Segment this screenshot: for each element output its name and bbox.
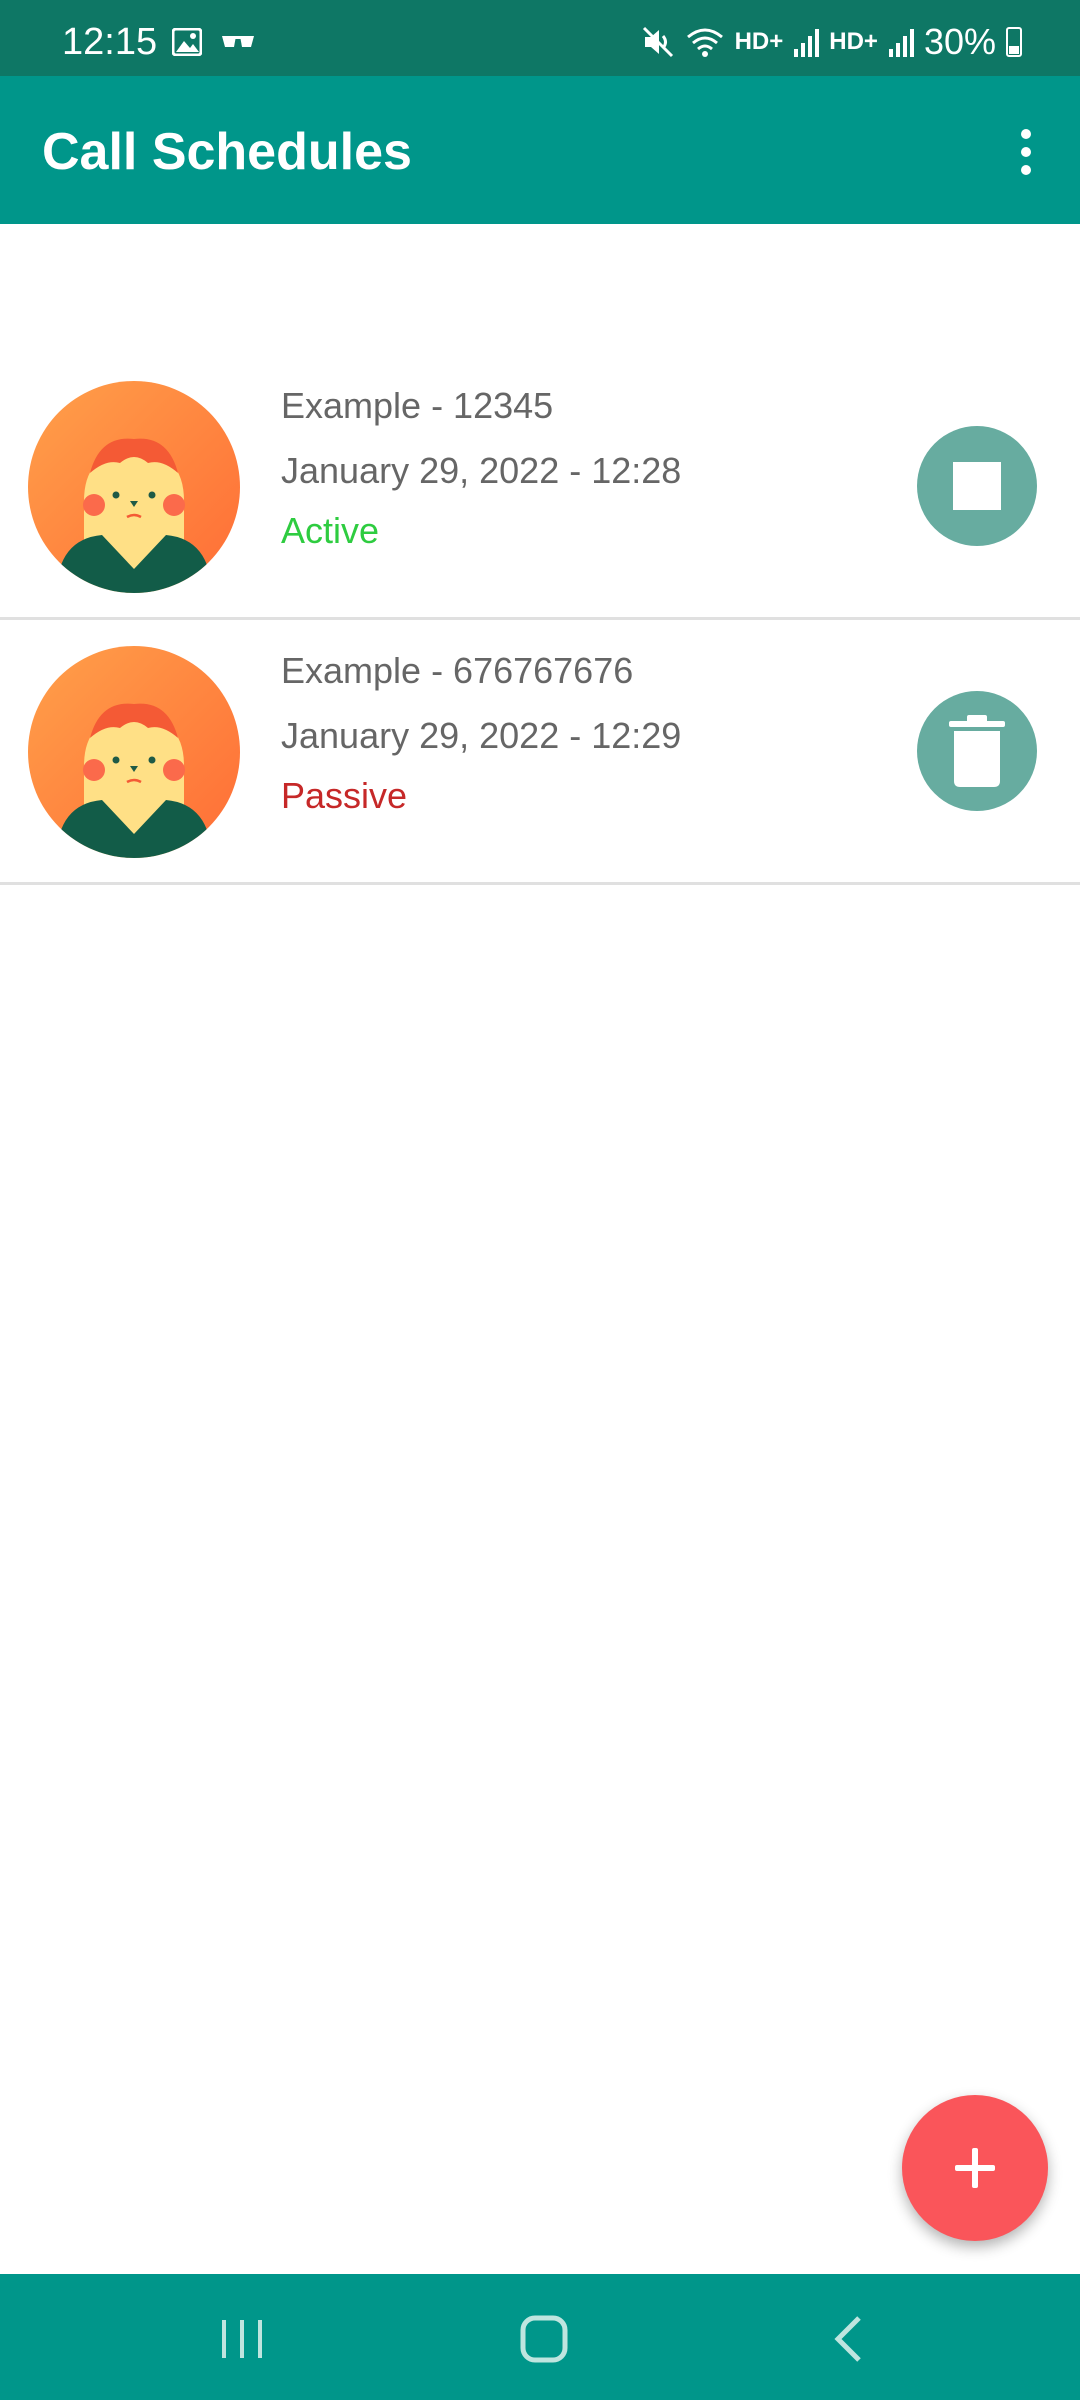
- overflow-menu-button[interactable]: [996, 116, 1056, 188]
- signal-icon-2: [888, 29, 914, 57]
- status-badge: Passive: [281, 775, 408, 816]
- network-type-1: HD+: [734, 28, 784, 55]
- network-type-2: HD+: [829, 28, 878, 55]
- gallery-icon: [172, 28, 202, 56]
- delete-button[interactable]: [917, 691, 1037, 811]
- recent-apps-button[interactable]: [192, 2309, 292, 2369]
- battery-icon: [1006, 27, 1022, 57]
- recents-icon: [222, 2320, 262, 2358]
- more-vert-icon: [1021, 129, 1031, 139]
- home-button[interactable]: [494, 2309, 594, 2369]
- schedule-name: Example - 676767676: [281, 650, 634, 691]
- stop-icon: [953, 462, 1001, 510]
- app-bar: Call Schedules: [0, 76, 1080, 224]
- home-icon: [520, 2315, 568, 2363]
- list-item[interactable]: Example - 12345 January 29, 2022 - 12:28…: [0, 355, 1080, 620]
- trash-icon: [949, 715, 1005, 787]
- status-bar: 12:15 HD+ HD+ 30%: [0, 0, 1080, 76]
- page-title: Call Schedules: [42, 123, 412, 181]
- battery-percent: 30%: [923, 21, 996, 62]
- avatar: [28, 381, 240, 593]
- signal-icon-1: [794, 29, 820, 57]
- schedule-name: Example - 12345: [281, 385, 554, 426]
- back-button[interactable]: [798, 2309, 898, 2369]
- system-nav-bar: [0, 2274, 1080, 2400]
- schedule-datetime: January 29, 2022 - 12:28: [281, 450, 682, 491]
- mute-icon: [642, 26, 673, 58]
- plus-icon: [955, 2148, 995, 2188]
- wifi-icon: [686, 28, 723, 57]
- stop-button[interactable]: [917, 426, 1037, 546]
- schedule-datetime: January 29, 2022 - 12:29: [281, 715, 682, 756]
- avatar: [28, 646, 240, 858]
- status-time: 12:15: [62, 21, 158, 63]
- status-badge: Active: [281, 510, 380, 551]
- add-schedule-button[interactable]: [902, 2095, 1048, 2241]
- glasses-icon: [222, 36, 254, 47]
- back-icon: [834, 2316, 861, 2362]
- list-item[interactable]: Example - 676767676 January 29, 2022 - 1…: [0, 620, 1080, 885]
